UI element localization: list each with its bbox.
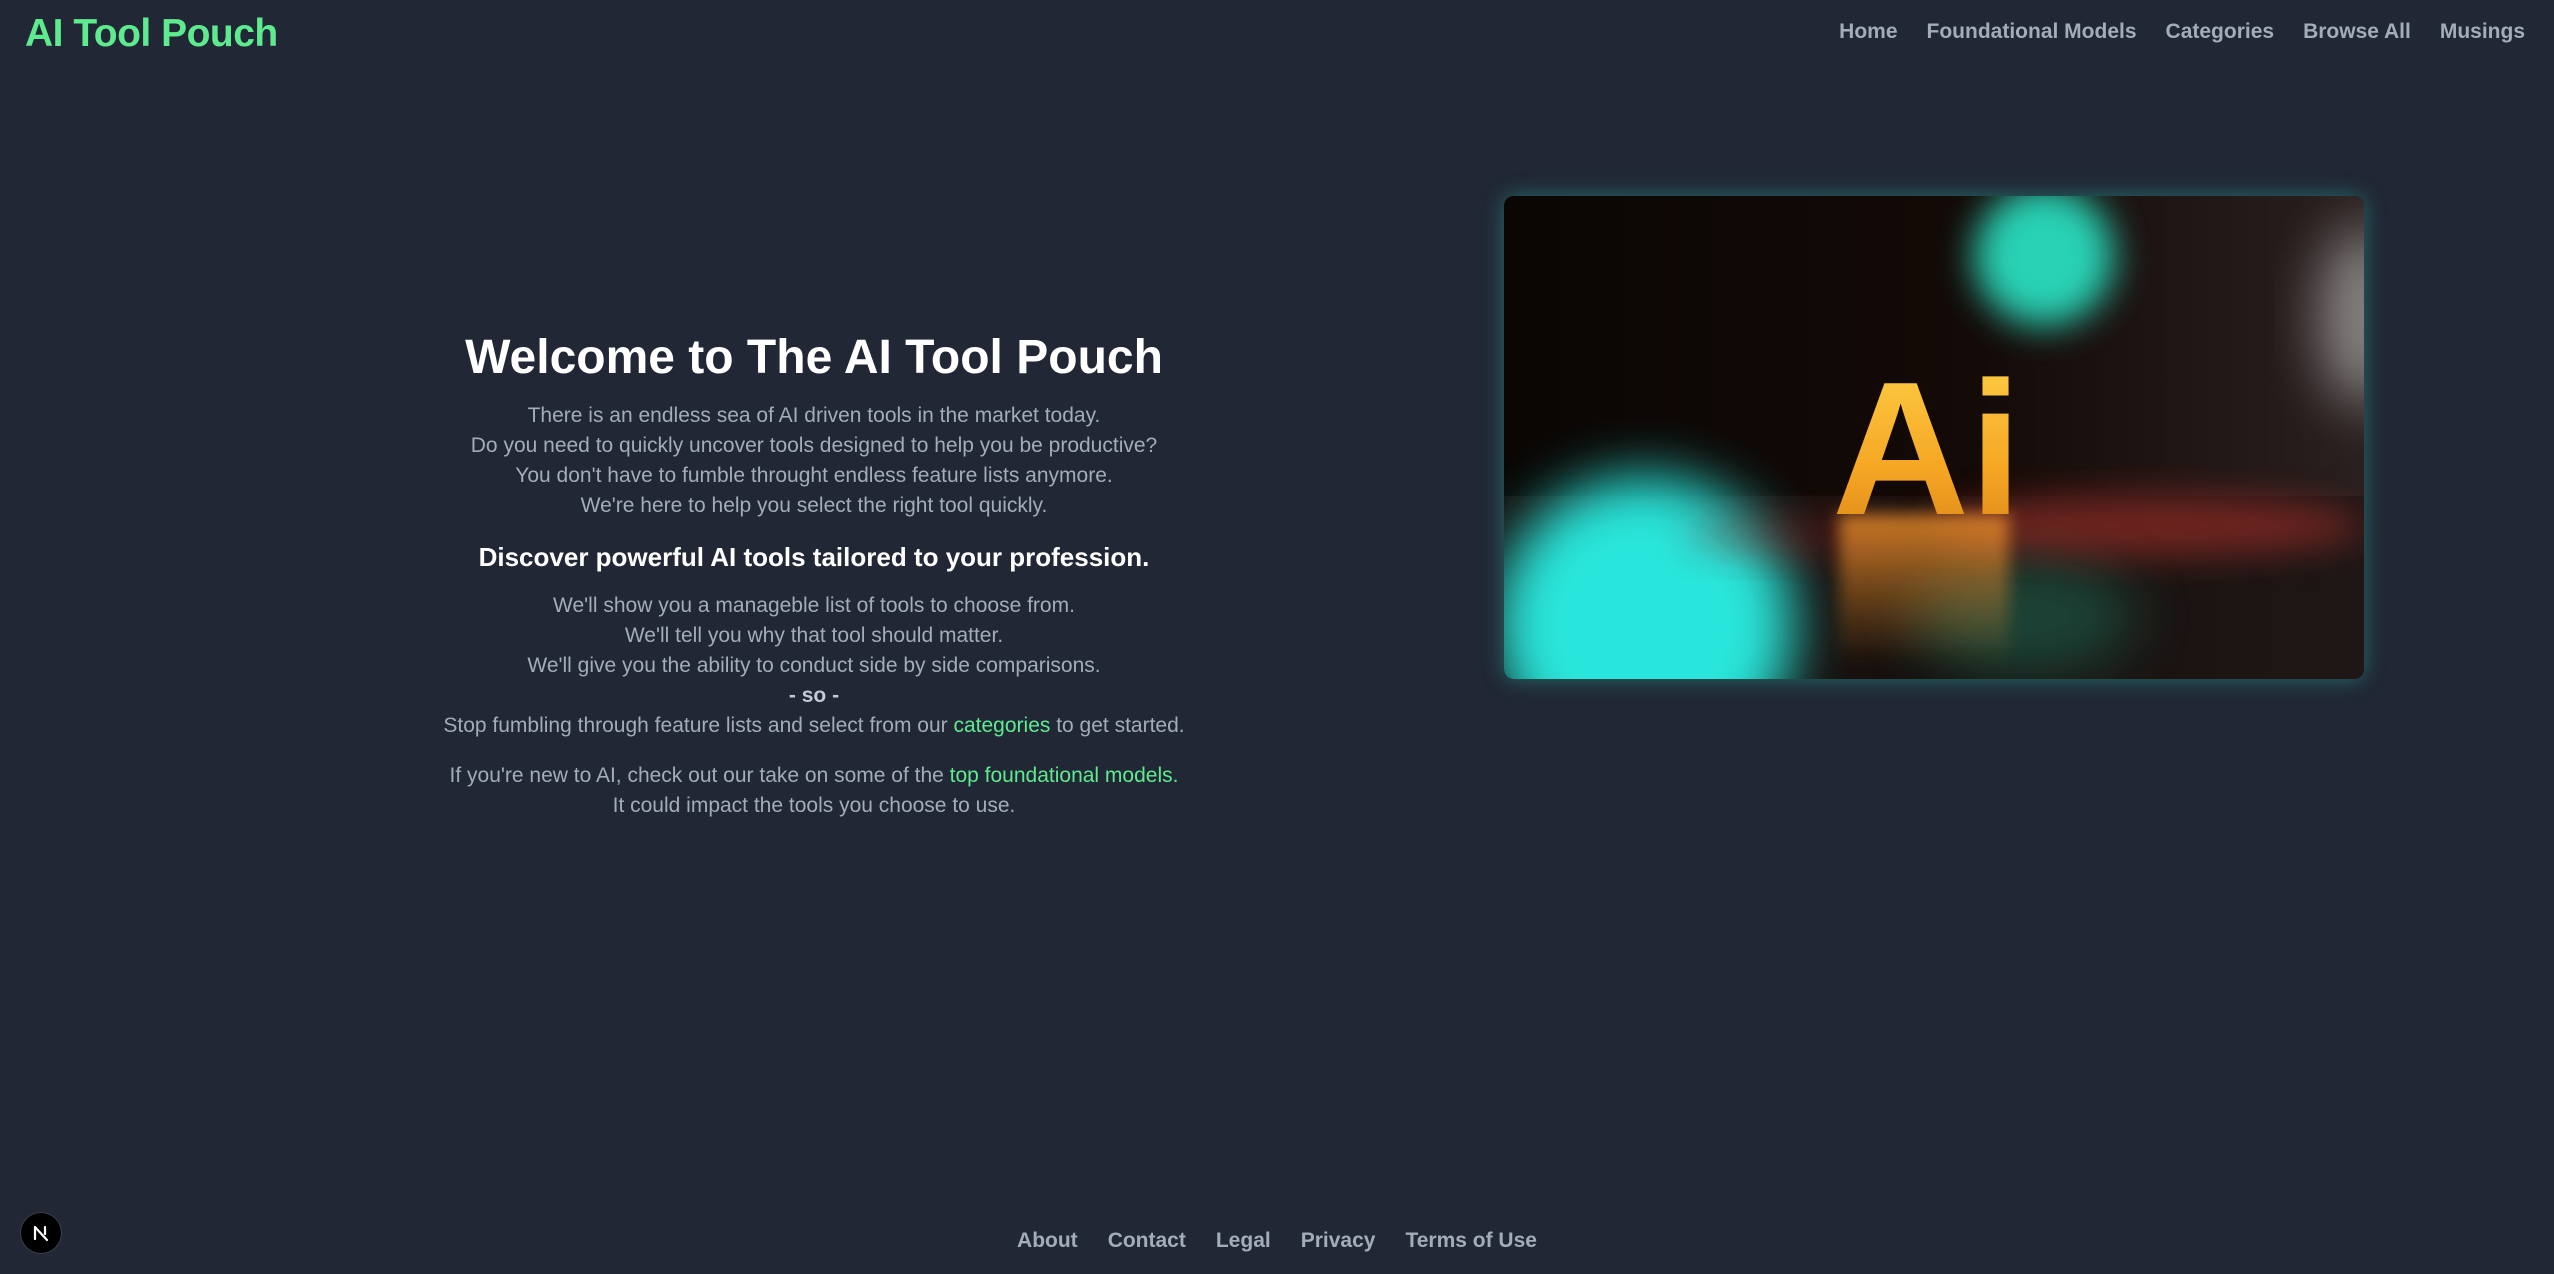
categories-link[interactable]: categories xyxy=(953,714,1050,737)
site-footer: About Contact Legal Privacy Terms of Use xyxy=(0,1229,2554,1253)
hero-image: Ai xyxy=(1504,196,2364,679)
footer-legal[interactable]: Legal xyxy=(1216,1229,1271,1253)
nav-musings[interactable]: Musings xyxy=(2440,20,2525,44)
cta-prefix: Stop fumbling through feature lists and … xyxy=(443,714,954,737)
page: AI Tool Pouch Home Foundational Models C… xyxy=(0,0,2554,1274)
promise-line: We'll show you a manageble list of tools… xyxy=(553,594,1075,617)
next-logo-icon xyxy=(33,1225,49,1242)
nav-home[interactable]: Home xyxy=(1839,20,1897,44)
cta-line: Stop fumbling through feature lists and … xyxy=(395,711,1233,741)
promise-line: We'll give you the ability to conduct si… xyxy=(527,654,1101,677)
hero-subtitle: Discover powerful AI tools tailored to y… xyxy=(478,542,1150,572)
intro-line: We're here to help you select the right … xyxy=(580,494,1048,517)
footer-about[interactable]: About xyxy=(1017,1229,1078,1253)
promise-text: We'll show you a manageble list of tools… xyxy=(395,591,1233,741)
ai-text: Ai xyxy=(1832,343,2022,555)
so-divider: - so - xyxy=(788,684,840,707)
hero-section: Welcome to The AI Tool Pouch There is an… xyxy=(395,325,1233,821)
next-badge-button[interactable] xyxy=(20,1212,62,1254)
nav-browse-all[interactable]: Browse All xyxy=(2303,20,2411,44)
site-logo[interactable]: AI Tool Pouch xyxy=(25,12,278,56)
nav-foundational-models[interactable]: Foundational Models xyxy=(1927,20,2137,44)
nav-categories[interactable]: Categories xyxy=(2166,20,2275,44)
models-line-2: It could impact the tools you choose to … xyxy=(612,794,1016,817)
intro-line: Do you need to quickly uncover tools des… xyxy=(470,434,1158,457)
intro-text: There is an endless sea of AI driven too… xyxy=(395,401,1233,521)
main-nav: Home Foundational Models Categories Brow… xyxy=(1839,20,2525,44)
top-models-link[interactable]: top foundational models. xyxy=(950,764,1179,787)
cta-suffix: to get started. xyxy=(1050,714,1185,737)
footer-privacy[interactable]: Privacy xyxy=(1301,1229,1376,1253)
page-title: Welcome to The AI Tool Pouch xyxy=(465,331,1163,384)
ai-illustration: Ai xyxy=(1504,196,2364,679)
site-header: AI Tool Pouch Home Foundational Models C… xyxy=(0,0,2554,68)
promise-line: We'll tell you why that tool should matt… xyxy=(624,624,1004,647)
models-prefix: If you're new to AI, check out our take … xyxy=(449,764,950,787)
footer-contact[interactable]: Contact xyxy=(1108,1229,1186,1253)
intro-line: There is an endless sea of AI driven too… xyxy=(527,404,1101,427)
footer-terms[interactable]: Terms of Use xyxy=(1405,1229,1537,1253)
intro-line: You don't have to fumble throught endles… xyxy=(515,464,1113,487)
models-text: If you're new to AI, check out our take … xyxy=(395,761,1233,821)
models-line: If you're new to AI, check out our take … xyxy=(395,761,1233,791)
